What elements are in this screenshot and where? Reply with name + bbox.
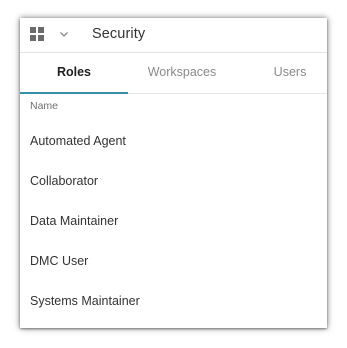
security-panel: Security Roles Workspaces Users Name Aut… bbox=[20, 18, 327, 328]
panel-header: Security bbox=[20, 18, 327, 53]
list-item[interactable]: Collaborator bbox=[20, 161, 327, 201]
active-tab-indicator bbox=[20, 92, 128, 94]
apps-grid-icon[interactable] bbox=[30, 27, 44, 41]
list-item[interactable]: Systems Maintainer bbox=[20, 281, 327, 321]
list-item[interactable]: Data Maintainer bbox=[20, 201, 327, 241]
tab-workspaces[interactable]: Workspaces bbox=[128, 53, 236, 93]
roles-list: Automated Agent Collaborator Data Mainta… bbox=[20, 121, 327, 321]
tab-bar: Roles Workspaces Users bbox=[20, 53, 327, 94]
tab-users[interactable]: Users bbox=[236, 53, 327, 93]
list-item[interactable]: DMC User bbox=[20, 241, 327, 281]
page-title: Security bbox=[92, 26, 146, 42]
chevron-down-icon[interactable] bbox=[58, 28, 70, 40]
column-header-name: Name bbox=[30, 100, 59, 112]
list-item[interactable]: Automated Agent bbox=[20, 121, 327, 161]
tab-roles[interactable]: Roles bbox=[20, 53, 128, 93]
